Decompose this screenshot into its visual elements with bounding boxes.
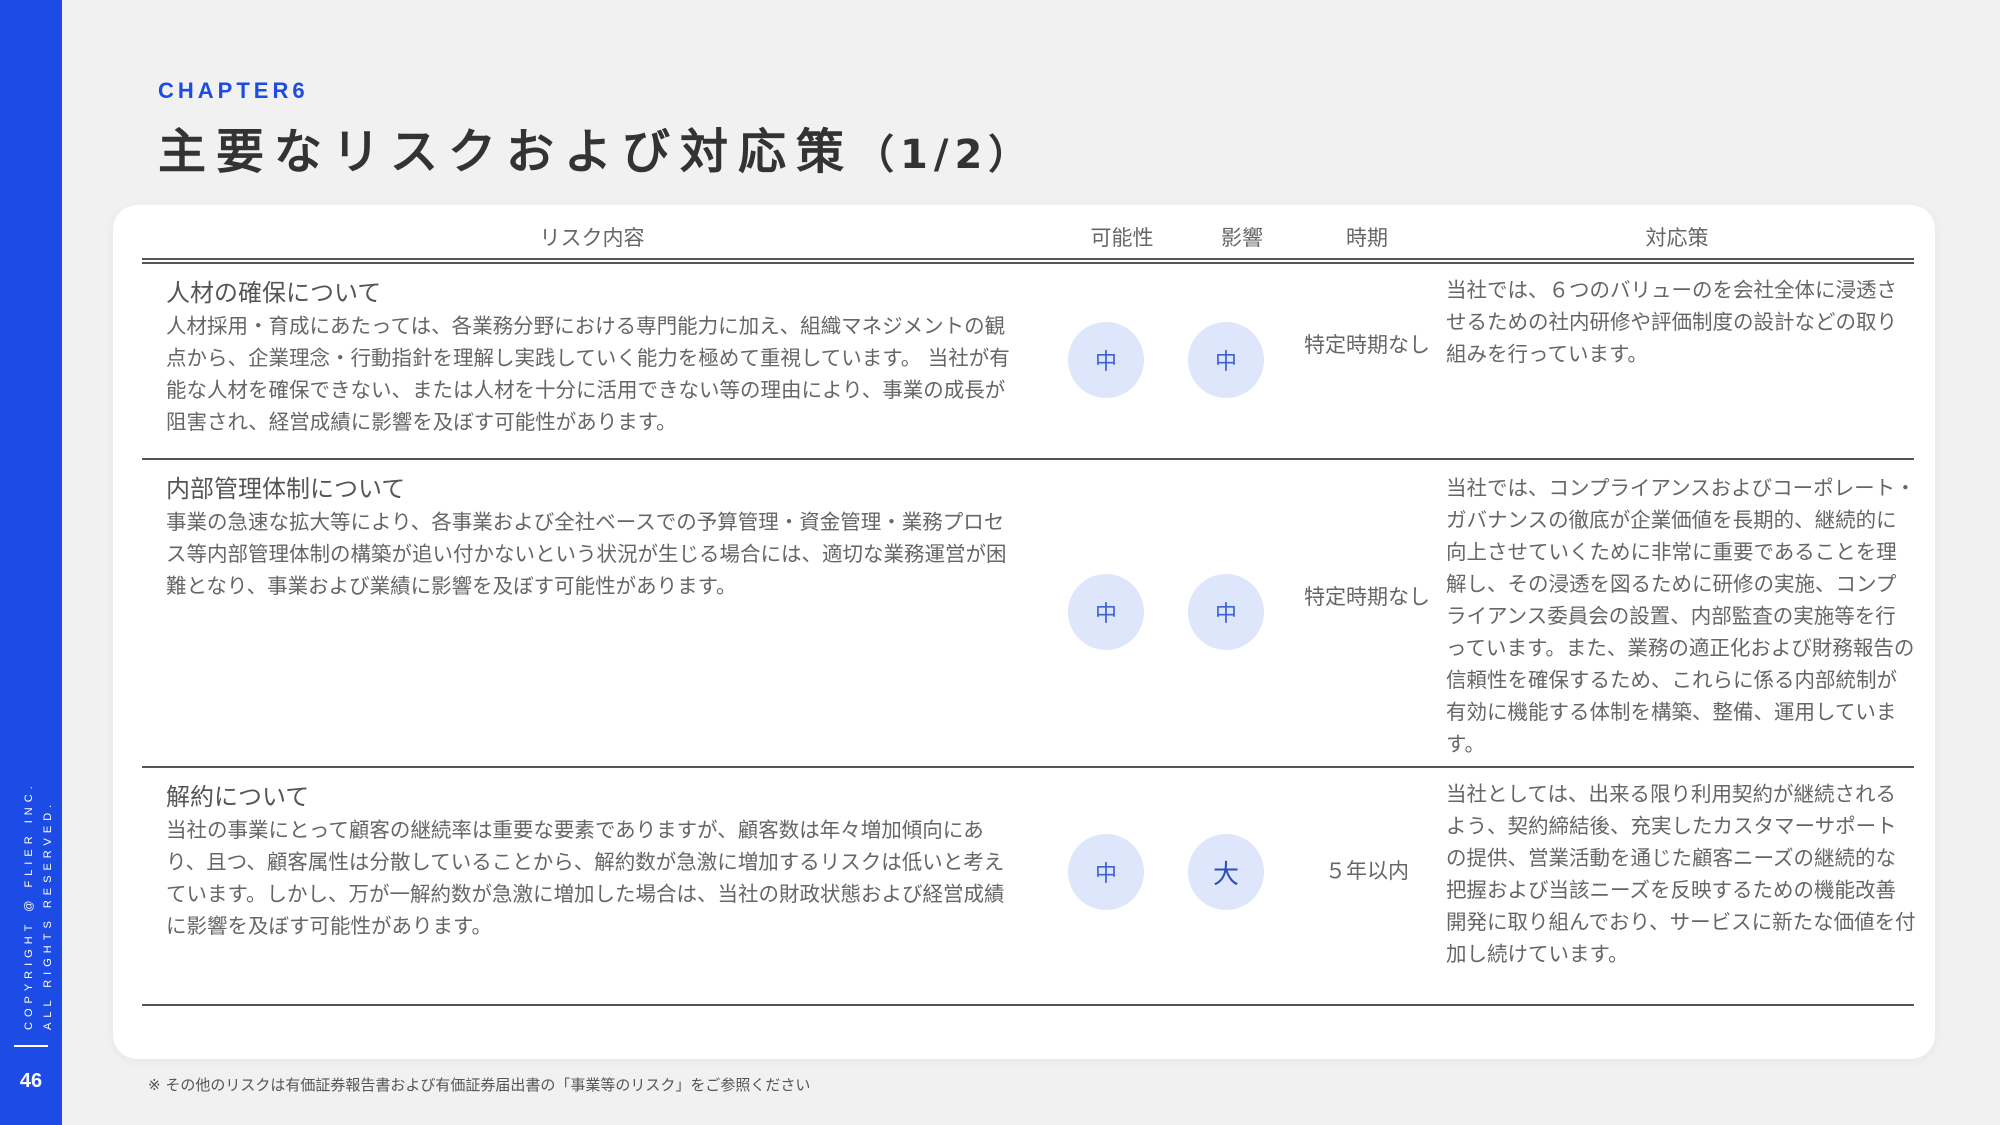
impact-badge: 大 [1188, 834, 1264, 910]
risk-title: 人材の確保について [166, 279, 382, 307]
timing-cell: ５年以内 [1325, 859, 1409, 883]
copyright-line-1: COPYRIGHT @ FLIER INC. [23, 781, 35, 1030]
chapter-label: CHAPTER6 [158, 78, 309, 103]
page-title: 主要なリスクおよび対応策（1/2） [158, 112, 1034, 182]
table-row: 解約について 当社の事業にとって顧客の継続率は重要な要素でありますが、顧客数は年… [142, 768, 1916, 1006]
table-header: リスク内容 可能性 影響 時期 対応策 [142, 218, 1914, 258]
risk-cell: 解約について 当社の事業にとって顧客の継続率は重要な要素でありますが、顧客数は年… [166, 780, 1018, 942]
page-number: 46 [19, 1070, 43, 1092]
column-header-timing: 時期 [1346, 226, 1388, 250]
measures-cell: 当社としては、出来る限り利用契約が継続されるよう、契約締結後、充実したカスタマー… [1446, 782, 1916, 966]
risk-cell: 内部管理体制について 事業の急速な拡大等により、各事業および全社ベースでの予算管… [166, 472, 1018, 602]
column-header-risk: リスク内容 [539, 226, 645, 250]
measures-cell: 当社では、６つのバリューのを会社全体に浸透させるための社内研修や評価制度の設計な… [1446, 278, 1897, 366]
table-row: 内部管理体制について 事業の急速な拡大等により、各事業および全社ベースでの予算管… [142, 460, 1916, 768]
risk-description: 事業の急速な拡大等により、各事業および全社ベースでの予算管理・資金管理・業務プロ… [166, 510, 1007, 598]
measures-cell: 当社では、コンプライアンスおよびコーポレート・ガバナンスの徹底が企業価値を長期的… [1446, 476, 1916, 756]
column-header-likelihood: 可能性 [1090, 226, 1154, 250]
sidebar-divider [14, 1045, 48, 1047]
risk-description: 人材採用・育成にあたっては、各業務分野における専門能力に加え、組織マネジメントの… [166, 314, 1010, 434]
likelihood-badge: 中 [1068, 834, 1144, 910]
page-title-main: 主要なリスクおよび対応策 [158, 124, 855, 180]
page-title-suffix: （1/2） [854, 132, 1035, 178]
risk-title: 解約について [166, 783, 310, 811]
likelihood-badge: 中 [1068, 322, 1144, 398]
timing-cell: 特定時期なし [1304, 333, 1430, 357]
risk-description: 当社の事業にとって顧客の継続率は重要な要素でありますが、顧客数は年々増加傾向にあ… [166, 818, 1005, 938]
column-header-measures: 対応策 [1645, 226, 1709, 250]
impact-badge: 中 [1188, 574, 1264, 650]
risk-table: リスク内容 可能性 影響 時期 対応策 人材の確保について 人材採用・育成にあた… [142, 218, 1916, 1006]
timing-cell: 特定時期なし [1304, 585, 1430, 609]
impact-badge: 中 [1188, 322, 1264, 398]
table-row: 人材の確保について 人材採用・育成にあたっては、各業務分野における専門能力に加え… [142, 264, 1914, 460]
likelihood-badge: 中 [1068, 574, 1144, 650]
footnote: ※ その他のリスクは有価証券報告書および有価証券届出書の「事業等のリスク」をご参… [148, 1076, 811, 1094]
risk-cell: 人材の確保について 人材採用・育成にあたっては、各業務分野における専門能力に加え… [166, 276, 1018, 438]
sidebar: COPYRIGHT @ FLIER INC. ALL RIGHTS RESERV… [0, 0, 62, 1125]
column-header-impact: 影響 [1221, 226, 1263, 250]
copyright-notice: COPYRIGHT @ FLIER INC. ALL RIGHTS RESERV… [20, 760, 58, 1030]
copyright-line-2: ALL RIGHTS RESERVED. [42, 799, 54, 1030]
risk-title: 内部管理体制について [166, 475, 406, 503]
